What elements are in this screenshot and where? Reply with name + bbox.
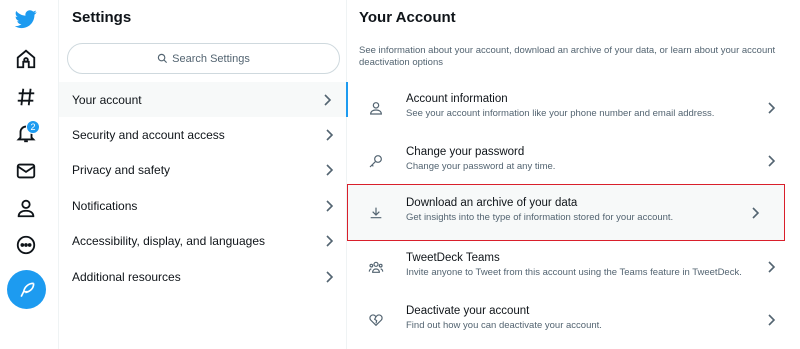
chevron-right-icon xyxy=(324,93,332,106)
search-icon xyxy=(157,53,168,64)
search-placeholder: Search Settings xyxy=(172,52,250,65)
settings-item-label: Security and account access xyxy=(72,127,225,142)
person-icon xyxy=(370,102,382,115)
explore-hashtag-icon[interactable] xyxy=(13,84,39,110)
messages-envelope-icon[interactable] xyxy=(13,158,39,184)
tweetdeck-teams-row[interactable]: TweetDeck Teams Invite anyone to Tweet f… xyxy=(348,240,800,294)
settings-panel: Settings Search Settings Your account Se… xyxy=(58,0,348,349)
settings-item-security[interactable]: Security and account access xyxy=(59,117,348,152)
settings-item-privacy[interactable]: Privacy and safety xyxy=(59,152,348,187)
notification-count-badge: 2 xyxy=(26,120,40,134)
chevron-right-icon xyxy=(768,261,776,273)
account-information-row[interactable]: Account information See your account inf… xyxy=(348,81,800,135)
more-icon[interactable] xyxy=(13,232,39,258)
download-archive-row[interactable]: Download an archive of your data Get ins… xyxy=(347,184,785,241)
page-title: Your Account xyxy=(359,9,456,26)
settings-item-label: Privacy and safety xyxy=(72,162,171,177)
settings-item-label: Additional resources xyxy=(72,269,181,284)
page-description: See information about your account, down… xyxy=(359,45,776,68)
download-icon xyxy=(370,207,382,218)
row-title: Download an archive of your data xyxy=(406,197,578,209)
chevron-right-icon xyxy=(768,155,776,167)
row-title: TweetDeck Teams xyxy=(406,252,500,264)
settings-item-additional-resources[interactable]: Additional resources xyxy=(59,259,348,294)
home-icon[interactable] xyxy=(13,46,39,72)
chevron-right-icon xyxy=(326,163,334,176)
chevron-right-icon xyxy=(326,234,334,247)
twitter-logo-icon[interactable] xyxy=(13,6,39,32)
chevron-right-icon xyxy=(326,199,334,212)
settings-item-notifications[interactable]: Notifications xyxy=(59,188,348,223)
your-account-panel: Your Account See information about your … xyxy=(347,0,800,349)
row-subtitle: See your account information like your p… xyxy=(406,108,715,119)
row-title: Deactivate your account xyxy=(406,305,530,317)
row-subtitle: Find out how you can deactivate your acc… xyxy=(406,320,602,331)
chevron-right-icon xyxy=(768,314,776,326)
settings-item-label: Accessibility, display, and languages xyxy=(72,233,265,248)
settings-item-accessibility[interactable]: Accessibility, display, and languages xyxy=(59,223,348,258)
settings-item-label: Notifications xyxy=(72,198,138,213)
chevron-right-icon xyxy=(768,102,776,114)
deactivate-account-row[interactable]: Deactivate your account Find out how you… xyxy=(348,293,800,347)
settings-item-label: Your account xyxy=(72,92,142,107)
search-settings-input[interactable]: Search Settings xyxy=(67,43,340,74)
profile-icon[interactable] xyxy=(13,195,39,221)
row-subtitle: Invite anyone to Tweet from this account… xyxy=(406,267,742,278)
settings-title: Settings xyxy=(72,9,132,26)
teams-icon xyxy=(368,261,384,273)
primary-nav-rail: 2 xyxy=(0,0,55,349)
change-password-row[interactable]: Change your password Change your passwor… xyxy=(348,134,800,188)
key-icon xyxy=(369,155,382,168)
chevron-right-icon xyxy=(752,206,760,219)
row-subtitle: Change your password at any time. xyxy=(406,161,556,172)
settings-item-your-account[interactable]: Your account xyxy=(59,82,348,117)
row-title: Account information xyxy=(406,93,508,105)
row-title: Change your password xyxy=(406,146,525,158)
compose-tweet-icon xyxy=(19,282,34,297)
compose-tweet-button[interactable] xyxy=(7,270,46,309)
chevron-right-icon xyxy=(326,128,334,141)
row-subtitle: Get insights into the type of informatio… xyxy=(406,212,674,223)
broken-heart-icon xyxy=(369,314,383,327)
chevron-right-icon xyxy=(326,270,334,283)
